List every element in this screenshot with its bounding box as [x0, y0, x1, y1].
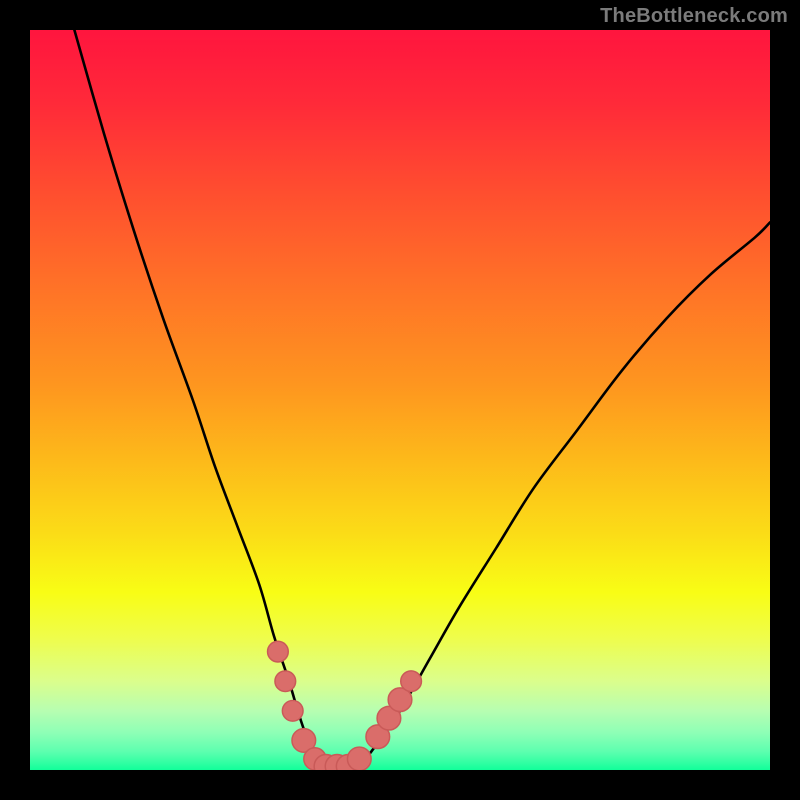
- watermark-text: TheBottleneck.com: [600, 5, 788, 28]
- chart-frame: TheBottleneck.com: [0, 0, 800, 800]
- curve-marker: [275, 671, 296, 692]
- curve-markers: [268, 641, 422, 770]
- curve-marker: [282, 700, 303, 721]
- curve-layer: [30, 30, 770, 770]
- bottleneck-curve: [74, 30, 770, 770]
- curve-marker: [401, 671, 422, 692]
- plot-area: [30, 30, 770, 770]
- curve-marker: [347, 747, 371, 770]
- curve-marker: [268, 641, 289, 662]
